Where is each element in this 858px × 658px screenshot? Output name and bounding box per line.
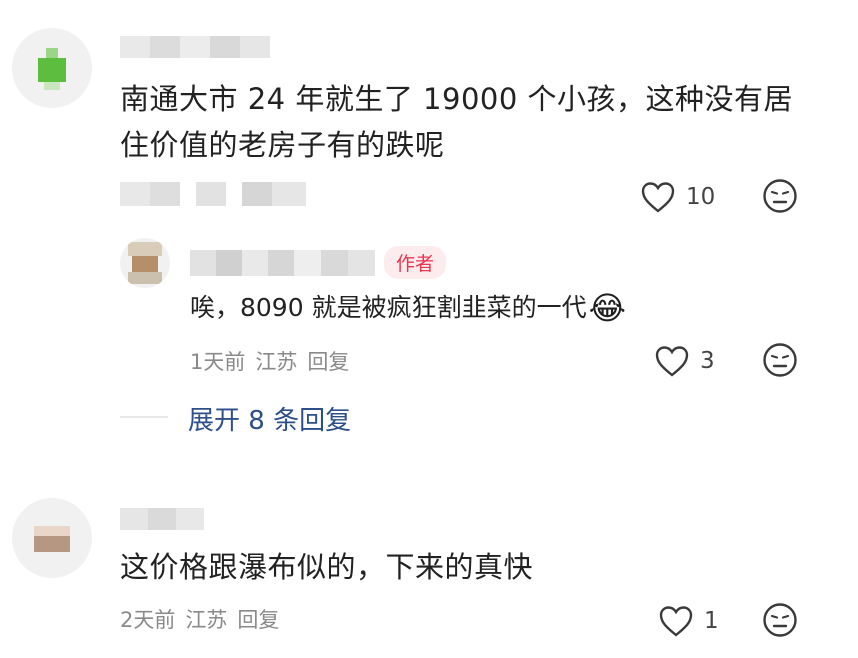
- comment-meta-blurred: [120, 182, 306, 206]
- neutral-face-icon: [763, 603, 797, 637]
- dislike-button[interactable]: [762, 178, 798, 214]
- like-button[interactable]: 10: [640, 178, 720, 216]
- comment-text-line: 住价值的老房子有的跌呢: [120, 128, 445, 162]
- dislike-button[interactable]: [762, 602, 798, 638]
- reply-text-row: 唉，8090 就是被疯狂割韭菜的一代 😂: [190, 290, 626, 326]
- comment-time: 1天前: [190, 350, 246, 374]
- like-button[interactable]: 1: [658, 602, 728, 640]
- avatar[interactable]: [12, 498, 92, 578]
- reply-button[interactable]: 回复: [237, 604, 279, 634]
- comment-meta: 2天前 江苏 回复: [120, 604, 279, 634]
- neutral-face-icon: [763, 179, 797, 213]
- reply-text: 唉，8090 就是被疯狂割韭菜的一代: [190, 293, 587, 322]
- comment-text-line: 南通大市 24 年就生了 19000 个小孩，这种没有居: [120, 82, 794, 116]
- comment-time: 2天前: [120, 608, 176, 632]
- reply-meta: 1天前 江苏 回复: [190, 346, 349, 376]
- author-badge: 作者: [384, 246, 447, 279]
- expand-divider: [120, 416, 168, 418]
- comment-text: 这价格跟瀑布似的，下来的真快: [120, 550, 534, 584]
- like-button[interactable]: 3: [654, 342, 724, 380]
- neutral-face-icon: [763, 343, 797, 377]
- like-count: 10: [686, 184, 716, 210]
- comment-location: 江苏: [255, 350, 298, 374]
- comment-location: 江苏: [185, 608, 228, 632]
- avatar[interactable]: [12, 28, 92, 108]
- comment-text: 南通大市 24 年就生了 19000 个小孩，这种没有居 住价值的老房子有的跌呢: [120, 76, 800, 168]
- like-count: 3: [700, 348, 715, 374]
- like-count: 1: [704, 608, 719, 634]
- laughing-emoji-icon: 😂: [588, 289, 626, 327]
- username-blurred[interactable]: [120, 508, 204, 530]
- username-blurred[interactable]: [190, 250, 375, 276]
- dislike-button[interactable]: [762, 342, 798, 378]
- reply-button[interactable]: 回复: [307, 346, 349, 376]
- username-blurred[interactable]: [120, 36, 270, 58]
- heart-icon: [641, 182, 675, 213]
- avatar[interactable]: [120, 238, 170, 288]
- heart-icon: [655, 346, 689, 377]
- heart-icon: [659, 606, 693, 637]
- expand-replies-link[interactable]: 展开 8 条回复: [188, 400, 351, 437]
